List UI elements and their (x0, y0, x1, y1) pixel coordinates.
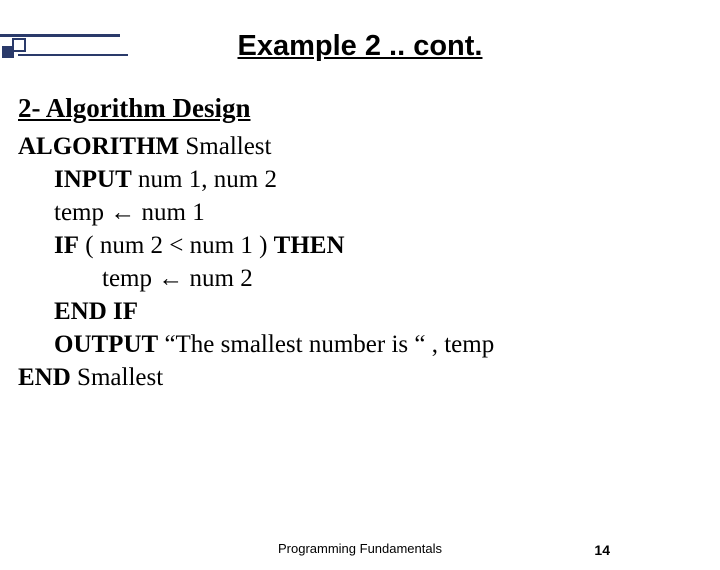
algo-text: num 1, num 2 (132, 166, 277, 193)
algo-line: END Smallest (18, 361, 720, 394)
algo-line: END IF (18, 295, 720, 328)
algo-line: temp ← num 1 (18, 196, 720, 229)
keyword-if: IF (54, 232, 79, 259)
algo-line: OUTPUT “The smallest number is “ , temp (18, 328, 720, 361)
keyword-then: THEN (274, 232, 345, 259)
algo-line: temp ← num 2 (18, 262, 720, 295)
keyword-endif: END IF (54, 298, 138, 325)
decoration-line (0, 34, 120, 37)
assign-arrow-icon: ← (110, 199, 135, 226)
algo-line: IF ( num 2 < num 1 ) THEN (18, 229, 720, 262)
algo-line: INPUT num 1, num 2 (18, 163, 720, 196)
algo-text: num 1 (135, 199, 204, 226)
keyword-output: OUTPUT (54, 331, 158, 358)
assign-arrow-icon: ← (158, 265, 183, 292)
section-heading: 2- Algorithm Design (18, 93, 720, 124)
footer-text: Programming Fundamentals (0, 541, 720, 556)
decoration-line (18, 54, 128, 56)
slide-corner-decoration (0, 30, 140, 66)
algo-text: num 2 (183, 265, 252, 292)
algorithm-block: ALGORITHM Smallest INPUT num 1, num 2 te… (18, 130, 720, 394)
keyword-algorithm: ALGORITHM (18, 133, 179, 160)
algo-text: Smallest (179, 133, 271, 160)
decoration-square-icon (12, 38, 26, 52)
algo-text: “The smallest number is “ , temp (158, 331, 494, 358)
algo-line: ALGORITHM Smallest (18, 130, 720, 163)
keyword-end: END (18, 364, 71, 391)
algo-text: temp (54, 199, 110, 226)
algo-text: temp (102, 265, 158, 292)
page-number: 14 (594, 542, 610, 558)
algo-text: Smallest (71, 364, 163, 391)
keyword-input: INPUT (54, 166, 132, 193)
algo-text: ( num 2 < num 1 ) (79, 232, 274, 259)
decoration-square-icon (2, 46, 14, 58)
